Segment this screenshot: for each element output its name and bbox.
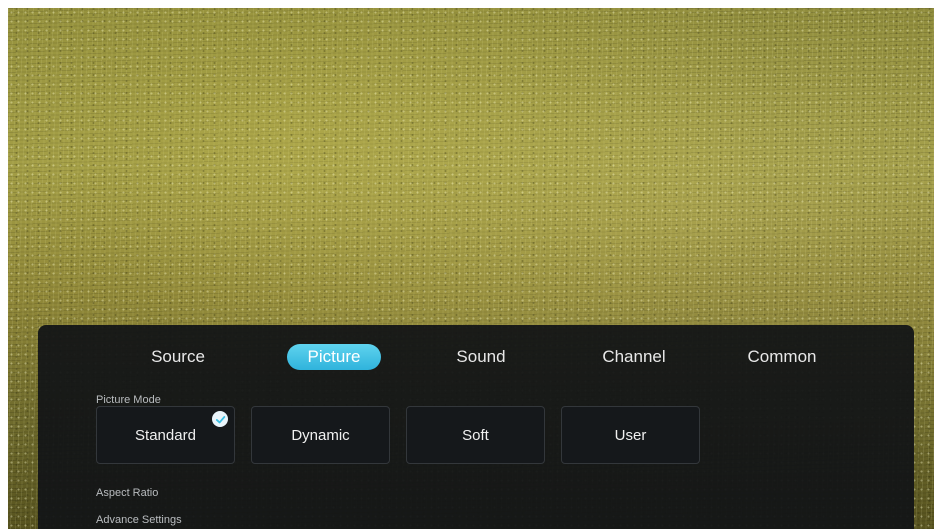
check-icon-glyph (215, 415, 225, 423)
picture-mode-soft-label: Soft (462, 426, 489, 444)
picture-mode-soft[interactable]: Soft (406, 406, 545, 464)
tab-picture[interactable]: Picture (287, 344, 381, 370)
picture-mode-user-label: User (614, 426, 647, 444)
check-icon (212, 411, 228, 427)
picture-mode-user[interactable]: User (561, 406, 700, 464)
tab-common[interactable]: Common (732, 342, 832, 372)
settings-panel: Source Picture Sound Channel Common Pict… (38, 325, 914, 529)
picture-mode-standard[interactable]: Standard (96, 406, 235, 464)
aspect-ratio-item[interactable]: Aspect Ratio (96, 487, 158, 499)
tab-channel[interactable]: Channel (586, 342, 682, 372)
tab-sound[interactable]: Sound (443, 342, 519, 372)
picture-mode-standard-label: Standard (135, 426, 196, 444)
advance-settings-item[interactable]: Advance Settings (96, 514, 182, 526)
picture-mode-dynamic-label: Dynamic (291, 426, 350, 444)
tv-screen: Source Picture Sound Channel Common Pict… (8, 8, 934, 529)
picture-mode-dynamic[interactable]: Dynamic (251, 406, 390, 464)
picture-mode-label: Picture Mode (96, 394, 161, 406)
tab-source[interactable]: Source (138, 342, 218, 372)
settings-tabs: Source Picture Sound Channel Common (38, 342, 914, 372)
